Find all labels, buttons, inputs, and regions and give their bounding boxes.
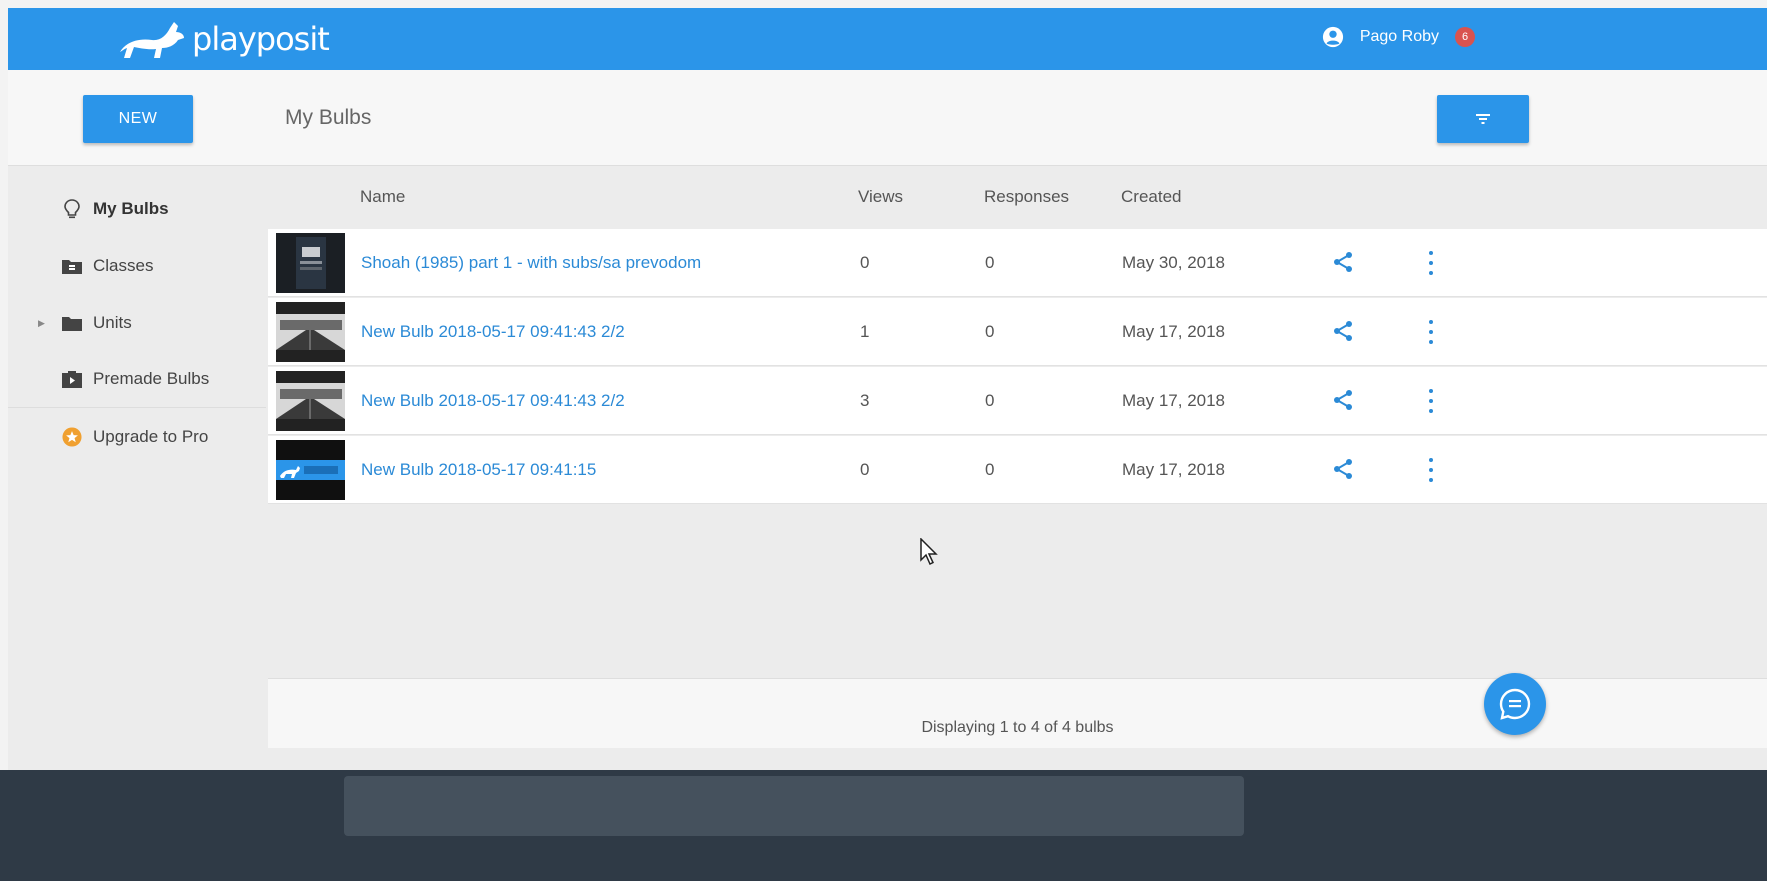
dog-logo-icon <box>120 22 184 58</box>
table-row[interactable]: New Bulb 2018-05-17 09:41:43 2/2 3 0 May… <box>268 367 1767 435</box>
responses-count: 0 <box>985 253 995 272</box>
sidebar-item-label: Premade Bulbs <box>93 369 210 388</box>
responses-count: 0 <box>985 460 995 479</box>
share-icon[interactable] <box>1332 458 1354 480</box>
bulb-name-link[interactable]: New Bulb 2018-05-17 09:41:15 <box>361 460 596 480</box>
playposit-logo[interactable]: playposit <box>118 18 330 60</box>
responses-count: 0 <box>985 322 995 341</box>
sidebar-item-label: Upgrade to Pro <box>93 427 209 446</box>
share-icon[interactable] <box>1332 389 1354 411</box>
sidebar-item-classes[interactable]: Classes <box>8 244 266 288</box>
sidebar-item-label: Classes <box>93 256 154 275</box>
created-date: May 17, 2018 <box>1122 322 1226 341</box>
views-count: 0 <box>860 253 870 272</box>
bulb-thumbnail[interactable] <box>276 302 345 362</box>
column-header-created[interactable]: Created <box>1121 187 1181 207</box>
mouse-cursor-icon <box>920 538 938 566</box>
bulb-name-link[interactable]: New Bulb 2018-05-17 09:41:43 2/2 <box>361 391 625 411</box>
sidebar: My Bulbs Classes ▶ Units Premade Bulbs U… <box>8 167 266 747</box>
more-options-icon[interactable] <box>1426 251 1436 275</box>
bulb-name-link[interactable]: New Bulb 2018-05-17 09:41:43 2/2 <box>361 322 625 342</box>
column-header-responses[interactable]: Responses <box>984 187 1069 207</box>
share-icon[interactable] <box>1332 251 1354 273</box>
views-count: 1 <box>860 322 870 341</box>
bulbs-table: Name Views Responses Created Shoah (1985… <box>268 167 1767 747</box>
app-window: playposit Pago Roby 6 NEW My Bulbs My Bu… <box>0 0 1767 881</box>
bulb-thumbnail[interactable] <box>276 440 345 500</box>
chat-bubble-icon <box>1499 688 1531 720</box>
sidebar-item-units[interactable]: ▶ Units <box>8 301 266 345</box>
bulb-thumbnail[interactable] <box>276 371 345 431</box>
pagination-status: Displaying 1 to 4 of 4 bulbs <box>921 719 1114 736</box>
table-row[interactable]: New Bulb 2018-05-17 09:41:43 2/2 1 0 May… <box>268 298 1767 366</box>
class-folder-icon <box>62 256 82 276</box>
share-icon[interactable] <box>1332 320 1354 342</box>
expand-caret-icon[interactable]: ▶ <box>38 318 45 329</box>
bulb-name-link[interactable]: Shoah (1985) part 1 - with subs/sa prevo… <box>361 253 701 273</box>
lightbulb-icon <box>62 199 82 219</box>
new-bulb-button[interactable]: NEW <box>83 95 193 143</box>
notification-badge[interactable]: 6 <box>1455 27 1475 47</box>
created-date: May 17, 2018 <box>1122 391 1226 410</box>
user-name: Pago Roby <box>1359 28 1439 45</box>
sidebar-item-label: Units <box>93 313 132 332</box>
table-row[interactable]: Shoah (1985) part 1 - with subs/sa prevo… <box>268 229 1767 297</box>
page-title: My Bulbs <box>285 106 372 129</box>
column-header-name[interactable]: Name <box>360 187 405 207</box>
filter-icon <box>1476 114 1490 124</box>
more-options-icon[interactable] <box>1426 320 1436 344</box>
sidebar-item-premade-bulbs[interactable]: Premade Bulbs <box>8 357 266 401</box>
views-count: 3 <box>860 391 870 410</box>
os-taskbar <box>0 770 1767 881</box>
window-edge <box>0 0 8 881</box>
views-count: 0 <box>860 460 870 479</box>
more-options-icon[interactable] <box>1426 458 1436 482</box>
logo-text: playposit <box>192 20 330 58</box>
toolbar: NEW My Bulbs <box>8 70 1767 166</box>
filter-button[interactable] <box>1437 95 1529 143</box>
user-menu[interactable]: Pago Roby 6 <box>1322 26 1475 48</box>
window-edge <box>0 0 1767 8</box>
premade-bag-icon <box>62 369 82 389</box>
folder-icon <box>62 313 82 333</box>
taskbar-window-strip <box>344 776 1244 836</box>
table-header: Name Views Responses Created <box>268 167 1767 229</box>
user-account-icon <box>1322 26 1343 48</box>
created-date: May 30, 2018 <box>1122 253 1226 272</box>
top-header: playposit Pago Roby 6 <box>8 8 1767 70</box>
table-row[interactable]: New Bulb 2018-05-17 09:41:15 0 0 May 17,… <box>268 436 1767 504</box>
bulb-thumbnail[interactable] <box>276 233 345 293</box>
sidebar-item-my-bulbs[interactable]: My Bulbs <box>8 187 266 231</box>
star-badge-icon <box>62 427 82 447</box>
sidebar-item-label: My Bulbs <box>93 199 169 218</box>
column-header-views[interactable]: Views <box>858 187 903 207</box>
more-options-icon[interactable] <box>1426 389 1436 413</box>
sidebar-divider <box>8 407 266 408</box>
responses-count: 0 <box>985 391 995 410</box>
sidebar-item-upgrade[interactable]: Upgrade to Pro <box>8 415 266 459</box>
chat-button[interactable] <box>1484 673 1546 735</box>
created-date: May 17, 2018 <box>1122 460 1226 479</box>
